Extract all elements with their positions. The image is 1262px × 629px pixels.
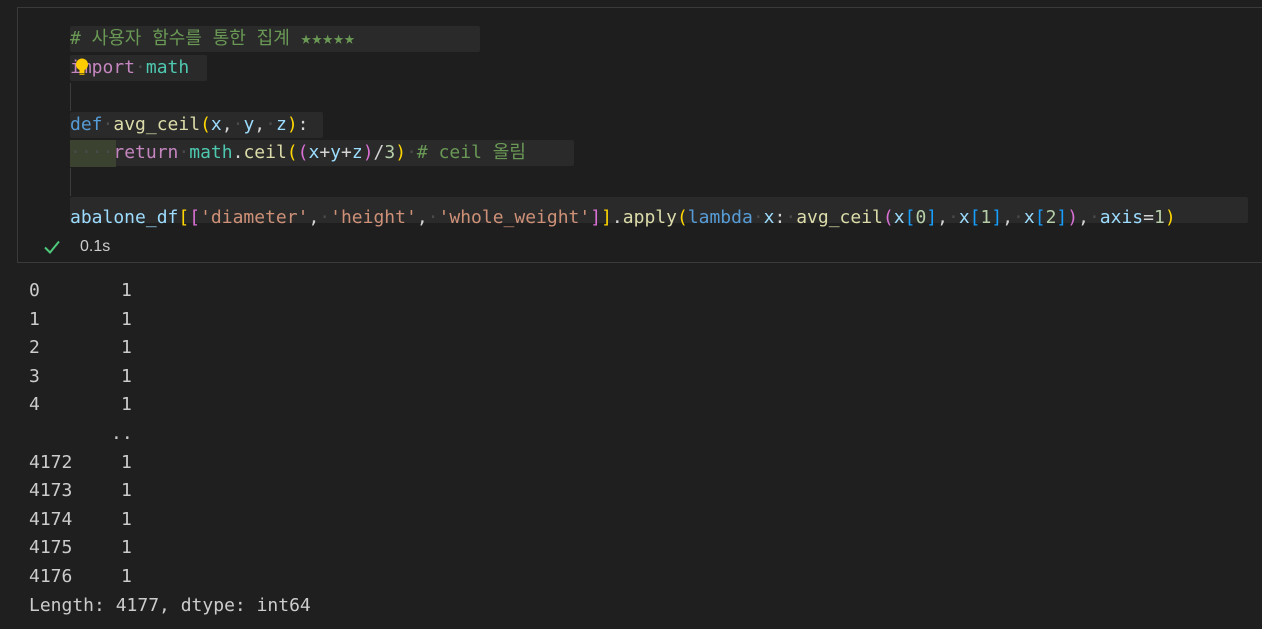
cell-status-bar: 0.1s [18, 233, 1261, 263]
code-line-5[interactable]: ····return·math.ceil((x+y+z)/3)·# ceil 올… [70, 139, 526, 167]
method-name: apply [622, 207, 677, 228]
row-index: 4 [29, 394, 40, 416]
string-literal: 'height' [330, 207, 417, 228]
row-index: 4173 [29, 480, 73, 502]
var: x [958, 207, 970, 228]
number: 0 [915, 207, 927, 228]
row-index: 4172 [29, 451, 73, 473]
row-index: 4175 [29, 537, 73, 559]
string-literal: 'whole_weight' [438, 207, 591, 228]
row-value: 1 [121, 537, 132, 559]
var: x [893, 207, 905, 228]
row-index: 4176 [29, 565, 73, 587]
module-name: math [189, 142, 233, 163]
output-row: 4173 1 [29, 477, 629, 506]
row-value: 1 [121, 394, 132, 416]
output-footer: Length: 4177, dtype: int64 [29, 594, 311, 616]
var: axis [1099, 207, 1144, 228]
row-value: 1 [121, 337, 132, 359]
function-call: avg_ceil [796, 207, 883, 228]
var: z [351, 142, 363, 163]
comment-text: # 사용자 함수를 통한 집계 ★★★★★ [70, 28, 355, 49]
check-icon [44, 240, 60, 254]
row-index: 3 [29, 365, 40, 387]
string-literal: 'diameter' [200, 207, 309, 228]
module-name: math [145, 57, 190, 78]
row-value: 1 [121, 565, 132, 587]
param: z [275, 114, 287, 135]
inline-comment: # ceil 올림 [416, 142, 526, 163]
indent-guide [70, 83, 71, 111]
output-row: 4175 1 [29, 534, 629, 563]
function-name: avg_ceil [113, 114, 201, 135]
output-row: 31 [29, 363, 629, 392]
row-value: 1 [121, 365, 132, 387]
output-row: 01 [29, 277, 629, 306]
ellipsis: .. [111, 422, 133, 444]
dataframe-name: abalone_df [70, 207, 179, 228]
cell-output: 01 11 21 31 41 .. 4172 1 4173 1 4174 1 4175… [29, 277, 629, 620]
row-value: 1 [121, 308, 132, 330]
row-value: 1 [121, 280, 132, 301]
code-line-1[interactable]: # 사용자 함수를 통한 집계 ★★★★★ [70, 25, 355, 53]
indent-guide [70, 168, 71, 196]
output-row: 21 [29, 334, 629, 363]
code-editor[interactable]: # 사용자 함수를 통한 집계 ★★★★★ import·math def·av… [18, 8, 1261, 233]
var: x [763, 207, 775, 228]
number: 2 [1045, 207, 1057, 228]
row-index: 2 [29, 337, 40, 359]
number: 3 [384, 142, 396, 163]
row-value: 1 [121, 451, 132, 473]
method-name: ceil [243, 142, 287, 163]
output-row: 4174 1 [29, 506, 629, 535]
code-line-4[interactable]: def·avg_ceil(x,·y,·z): [70, 111, 309, 139]
output-row: 4176 1 [29, 563, 629, 592]
code-line-7[interactable]: abalone_df[['diameter',·'height',·'whole… [70, 204, 1176, 232]
output-row: 4172 1 [29, 449, 629, 478]
row-value: 1 [121, 480, 132, 502]
row-value: 1 [121, 508, 132, 530]
number: 1 [980, 207, 992, 228]
var: x [1023, 207, 1035, 228]
param: x [210, 114, 222, 135]
var: y [330, 142, 342, 163]
execution-time: 0.1s [80, 238, 111, 255]
keyword-return: return [113, 142, 179, 163]
row-index: 1 [29, 308, 40, 330]
keyword-def: def [70, 114, 103, 135]
param: y [243, 114, 255, 135]
output-row: 11 [29, 306, 629, 335]
lightbulb-icon[interactable] [75, 58, 89, 76]
output-row: 41 [29, 391, 629, 420]
output-ellipsis: .. [29, 420, 629, 449]
keyword-lambda: lambda [687, 207, 753, 228]
notebook-code-cell[interactable]: # 사용자 함수를 통한 집계 ★★★★★ import·math def·av… [17, 7, 1262, 263]
row-index: 4174 [29, 508, 73, 530]
var: x [308, 142, 320, 163]
row-index: 0 [29, 280, 40, 301]
number: 1 [1153, 207, 1165, 228]
